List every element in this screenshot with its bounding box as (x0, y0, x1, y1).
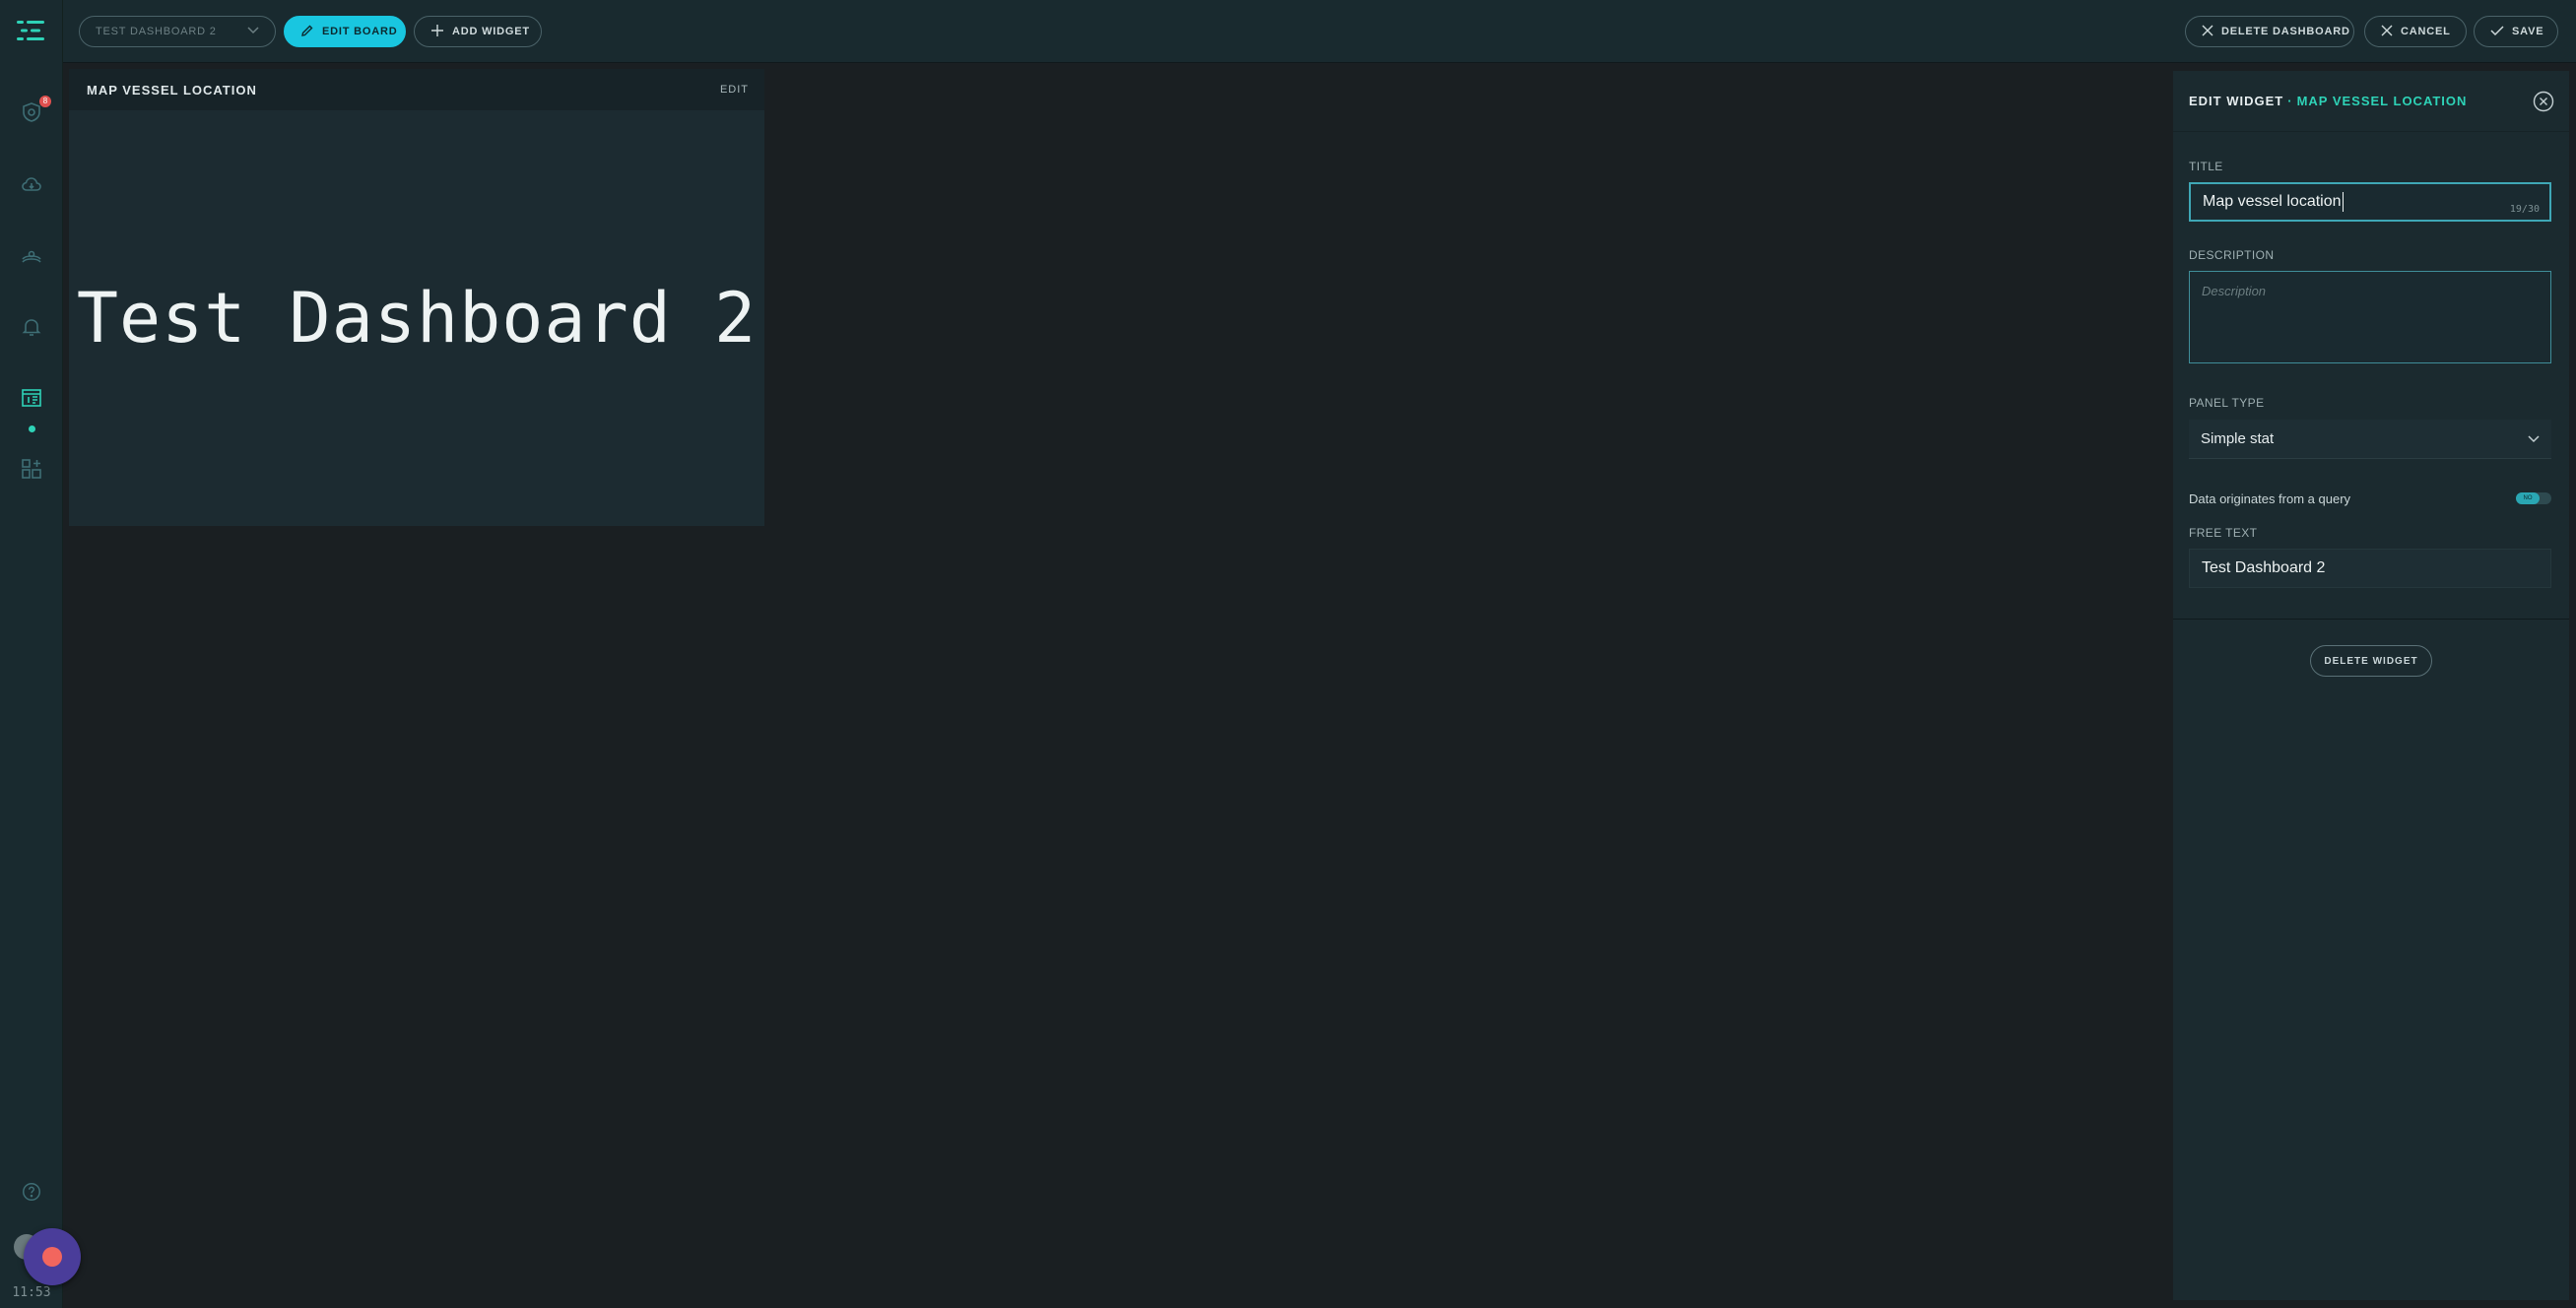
query-toggle-row: Data originates from a query NO (2189, 489, 2551, 508)
sidebar: 8 11:53 (0, 0, 63, 1308)
panel-type-label: PANEL TYPE (2189, 396, 2265, 410)
free-text-label: FREE TEXT (2189, 526, 2258, 540)
plus-icon (430, 24, 444, 40)
description-label: DESCRIPTION (2189, 248, 2275, 262)
delete-widget-button[interactable]: DELETE WIDGET (2310, 645, 2432, 677)
bell-icon[interactable] (18, 313, 45, 341)
close-circle-icon (2533, 91, 2554, 111)
description-textarea[interactable]: Description (2189, 271, 2551, 363)
dashboard-widget[interactable]: MAP VESSEL LOCATION EDIT Test Dashboard … (69, 69, 764, 526)
delete-dashboard-button[interactable]: DELETE DASHBOARD (2185, 16, 2354, 47)
panel-type-select[interactable]: Simple stat (2189, 420, 2551, 459)
query-toggle-state: NO (2516, 492, 2540, 504)
edit-widget-panel: EDIT WIDGET · MAP VESSEL LOCATION TITLE Ma… (2173, 71, 2569, 1300)
panel-title-separator: · (2287, 94, 2293, 108)
widgets-icon[interactable] (18, 455, 45, 483)
widget-title: MAP VESSEL LOCATION (87, 82, 257, 98)
panel-title: EDIT WIDGET · MAP VESSEL LOCATION (2189, 94, 2467, 108)
save-label: SAVE (2512, 26, 2544, 37)
panel-type-value: Simple stat (2201, 430, 2275, 447)
clock-time: 11:53 (12, 1285, 51, 1300)
query-toggle[interactable]: NO (2516, 492, 2551, 504)
active-indicator (29, 425, 35, 432)
pencil-icon (300, 24, 314, 40)
dashboard-icon[interactable] (18, 384, 45, 412)
cancel-label: CANCEL (2401, 26, 2451, 37)
edit-board-button[interactable]: EDIT BOARD (284, 16, 406, 47)
widget-header: MAP VESSEL LOCATION EDIT (69, 69, 764, 110)
edit-board-label: EDIT BOARD (322, 26, 398, 37)
panel-header: EDIT WIDGET · MAP VESSEL LOCATION (2173, 71, 2569, 132)
widget-edit-link[interactable]: EDIT (720, 84, 749, 96)
record-button[interactable] (24, 1228, 81, 1285)
panel-divider (2173, 619, 2569, 620)
widget-stat-text: Test Dashboard 2 (76, 278, 758, 359)
close-icon (2381, 25, 2393, 39)
alert-count-badge: 8 (39, 96, 51, 107)
add-widget-button[interactable]: ADD WIDGET (414, 16, 542, 47)
vessel-icon[interactable] (18, 243, 45, 271)
title-input-value: Map vessel location (2203, 193, 2342, 210)
close-icon (2202, 25, 2213, 39)
top-toolbar: TEST DASHBOARD 2 EDIT BOARD ADD WIDGET D… (63, 0, 2576, 63)
dashboard-select-value: TEST DASHBOARD 2 (96, 26, 217, 37)
title-label: TITLE (2189, 160, 2223, 173)
free-text-input[interactable]: Test Dashboard 2 (2189, 549, 2551, 588)
record-icon (42, 1247, 62, 1267)
title-char-counter: 19/30 (2509, 204, 2540, 215)
close-panel-button[interactable] (2532, 90, 2555, 113)
app-logo[interactable] (17, 19, 46, 42)
title-input[interactable]: Map vessel location 19/30 (2189, 182, 2551, 222)
panel-subheading: MAP VESSEL LOCATION (2296, 94, 2468, 108)
save-button[interactable]: SAVE (2474, 16, 2558, 47)
cancel-button[interactable]: CANCEL (2364, 16, 2467, 47)
add-widget-label: ADD WIDGET (452, 26, 530, 37)
free-text-value: Test Dashboard 2 (2202, 559, 2326, 576)
chevron-down-icon (2528, 430, 2540, 447)
widget-body: Test Dashboard 2 (69, 110, 764, 526)
cloud-icon[interactable] (18, 171, 45, 199)
panel-heading: EDIT WIDGET (2189, 94, 2284, 108)
dashboard-select[interactable]: TEST DASHBOARD 2 (79, 16, 276, 47)
text-caret (2342, 192, 2344, 212)
chevron-down-icon (247, 26, 259, 37)
delete-dashboard-label: DELETE DASHBOARD (2221, 26, 2350, 37)
query-toggle-label: Data originates from a query (2189, 490, 2351, 506)
help-icon[interactable] (18, 1178, 45, 1206)
check-icon (2490, 25, 2504, 39)
